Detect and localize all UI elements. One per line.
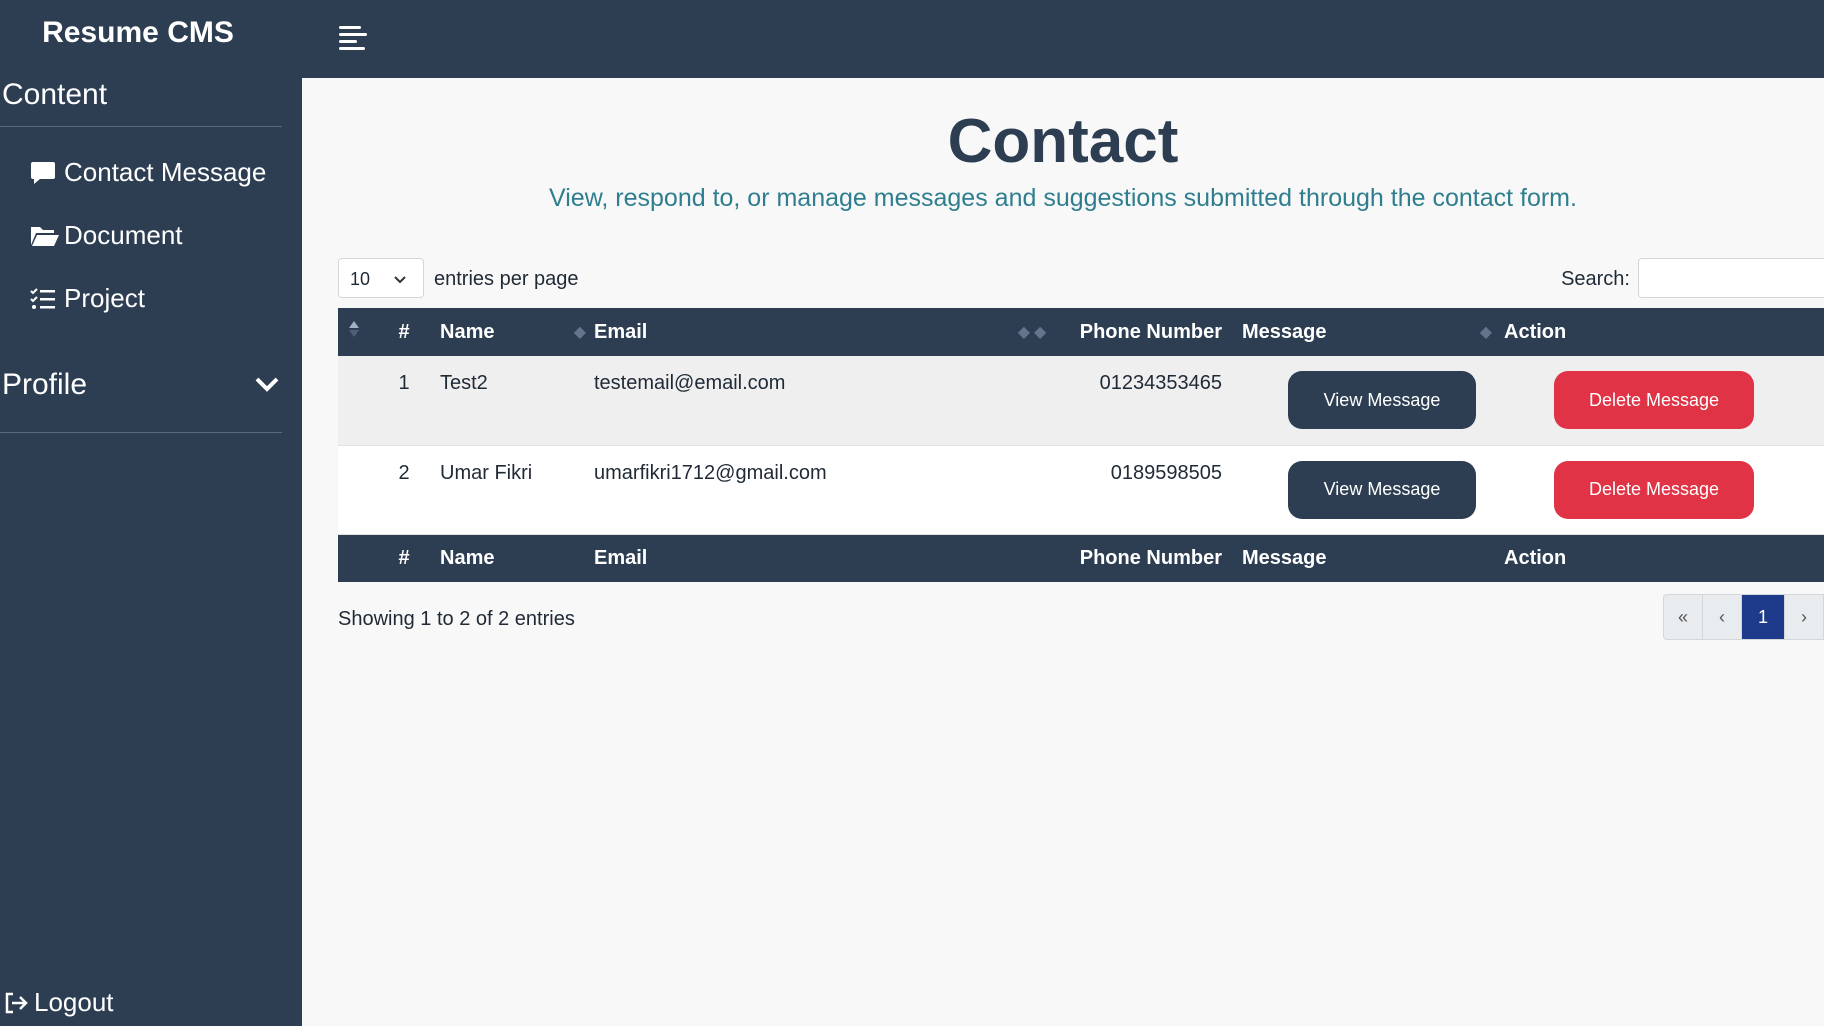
- sort-icon: ◆: [1017, 324, 1030, 341]
- row-spacer: [338, 445, 378, 534]
- sidebar: Resume CMS Content Contact Message Docum…: [0, 0, 302, 1026]
- chevron-down-icon: [254, 368, 280, 402]
- sidebar-item-document[interactable]: Document: [0, 204, 302, 267]
- comment-icon: [30, 160, 60, 186]
- footer-header-phone: Phone Number: [1079, 546, 1222, 569]
- row-action-cell: Delete Message: [1500, 356, 1824, 445]
- footer-header-name: Name: [440, 546, 495, 569]
- sidebar-nav: Contact Message Document Project: [0, 127, 302, 330]
- view-message-button[interactable]: View Message: [1288, 460, 1476, 519]
- footer-header-number: #: [398, 546, 410, 569]
- brand-title[interactable]: Resume CMS: [0, 0, 302, 66]
- footer-header-label: Action: [1504, 546, 1567, 569]
- sort-icon: ◆: [1479, 324, 1492, 341]
- table-footer-row: # Name Email Phone Number Message Action: [338, 534, 1824, 582]
- content-section-title: Content: [2, 78, 108, 111]
- contact-table: # Name ◆ Email ◆ ◆ Phone Number Message: [338, 308, 1824, 582]
- table-controls: 10 entries per page Search:: [338, 258, 1824, 298]
- pagination-page-button[interactable]: 1: [1742, 595, 1785, 639]
- sidebar-item-label: Project: [64, 283, 145, 313]
- page-subtitle: View, respond to, or manage messages and…: [549, 184, 1577, 212]
- search-input[interactable]: [1638, 258, 1824, 298]
- delete-message-button[interactable]: Delete Message: [1554, 460, 1754, 519]
- row-message-cell: View Message: [1242, 445, 1500, 534]
- logout-icon: [4, 992, 28, 1014]
- row-number: 2: [398, 461, 410, 484]
- footer-spacer: [338, 534, 378, 582]
- footer-header-email: Email: [594, 546, 648, 569]
- pagination-next-button[interactable]: ›: [1785, 595, 1824, 639]
- profile-label: Profile: [2, 368, 88, 401]
- sidebar-item-label: Document: [64, 220, 183, 250]
- folder-open-icon: [30, 224, 60, 248]
- row-email: umarfikri1712@gmail.com: [594, 461, 827, 484]
- sort-icon: ◆: [573, 324, 586, 341]
- row-action-cell: Delete Message: [1500, 445, 1824, 534]
- per-page-value: 10: [350, 269, 371, 289]
- column-header-label: Phone Number: [1079, 320, 1222, 343]
- delete-message-button[interactable]: Delete Message: [1554, 371, 1754, 429]
- chevron-down-icon: [393, 269, 407, 290]
- column-header-phone[interactable]: ◆ Phone Number: [1030, 308, 1242, 356]
- page-title: Contact: [947, 107, 1179, 176]
- column-header-action: Action: [1500, 308, 1824, 356]
- logout-label: Logout: [34, 987, 114, 1017]
- footer-header-action: Action: [1500, 534, 1824, 582]
- entries-per-page-select[interactable]: 10: [338, 258, 424, 298]
- column-header-label: Name: [440, 320, 495, 343]
- column-header-name[interactable]: Name ◆: [430, 308, 594, 356]
- row-name: Umar Fikri: [440, 461, 533, 484]
- main-content: Contact View, respond to, or manage mess…: [302, 78, 1824, 1026]
- row-message-cell: View Message: [1242, 356, 1500, 445]
- column-header-label: Action: [1504, 320, 1567, 343]
- row-email: testemail@email.com: [594, 372, 786, 394]
- search-label: Search:: [1561, 268, 1630, 290]
- row-name: Test2: [440, 372, 488, 394]
- footer-header-message: Message: [1242, 546, 1327, 569]
- sort-asc-icon: [349, 321, 359, 337]
- table-row: 2 Umar Fikri umarfikri1712@gmail.com 018…: [338, 445, 1824, 534]
- row-phone: 01234353465: [1099, 372, 1222, 394]
- column-header-message[interactable]: Message ◆: [1242, 308, 1500, 356]
- table-row: 1 Test2 testemail@email.com 01234353465 …: [338, 356, 1824, 445]
- column-header-label: Message: [1242, 320, 1327, 343]
- row-spacer: [338, 356, 378, 445]
- pagination-first-button[interactable]: «: [1664, 595, 1703, 639]
- column-header-email[interactable]: Email ◆: [594, 308, 1030, 356]
- per-page-label: entries per page: [434, 268, 579, 290]
- row-number: 1: [398, 372, 410, 394]
- sort-icon: ◆: [1034, 324, 1047, 341]
- sort-column-header[interactable]: [338, 308, 378, 356]
- table-header-row: # Name ◆ Email ◆ ◆ Phone Number Message: [338, 308, 1824, 356]
- table-info: Showing 1 to 2 of 2 entries: [338, 608, 575, 630]
- sidebar-item-contact-message[interactable]: Contact Message: [0, 141, 302, 204]
- menu-toggle-icon[interactable]: [338, 24, 368, 52]
- contact-table-wrapper: # Name ◆ Email ◆ ◆ Phone Number Message: [338, 308, 1824, 582]
- topbar: [302, 0, 1824, 78]
- pagination: « ‹ 1 ›: [1663, 594, 1824, 640]
- sidebar-item-label: Contact Message: [64, 157, 267, 187]
- sidebar-divider: [0, 432, 282, 433]
- view-message-button[interactable]: View Message: [1288, 371, 1476, 429]
- column-header-label: Email: [594, 320, 648, 343]
- profile-menu-toggle[interactable]: Profile: [0, 338, 302, 432]
- pagination-prev-button[interactable]: ‹: [1703, 595, 1742, 639]
- row-phone: 0189598505: [1110, 461, 1222, 484]
- column-header-number[interactable]: #: [378, 308, 430, 356]
- list-check-icon: [30, 287, 60, 310]
- sidebar-item-project[interactable]: Project: [0, 267, 302, 330]
- logout-link[interactable]: Logout: [4, 987, 114, 1018]
